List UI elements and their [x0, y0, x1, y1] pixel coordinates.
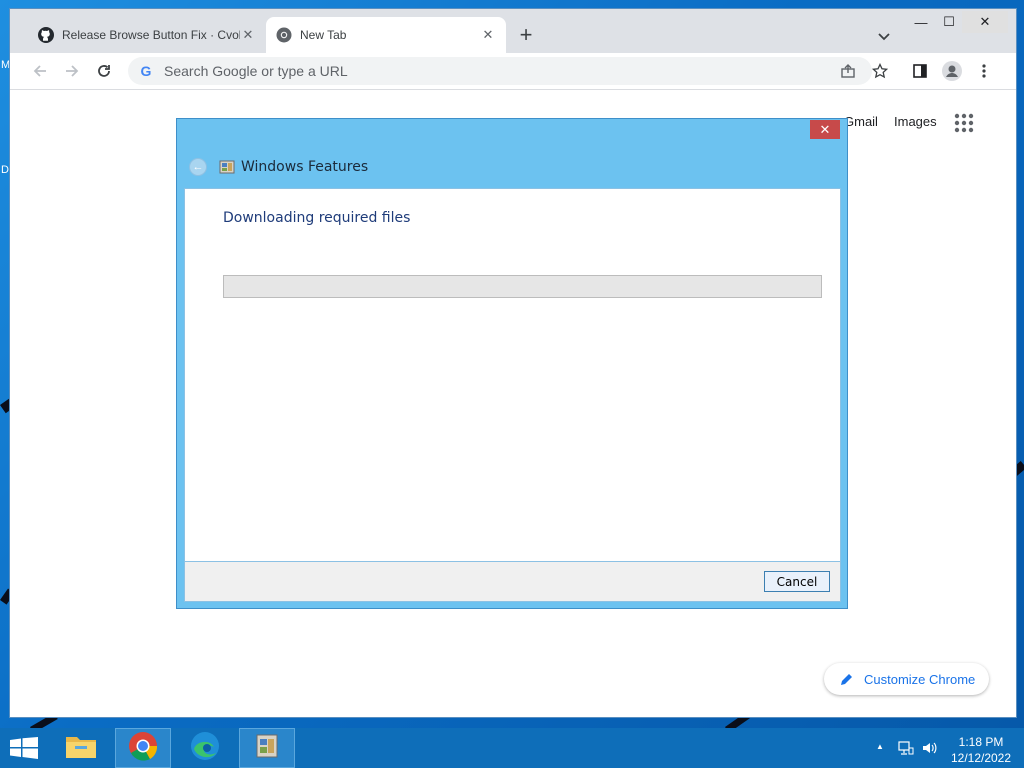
- bookmark-star-icon[interactable]: [868, 59, 892, 83]
- tray-overflow-arrow-icon[interactable]: ▲: [876, 742, 884, 751]
- taskbar-clock[interactable]: 1:18 PM 12/12/2022: [948, 734, 1014, 766]
- windows-features-dialog: ✕ ← Windows Features Downloading require…: [176, 118, 848, 609]
- taskbar-chrome[interactable]: [115, 728, 171, 768]
- forward-arrow-icon[interactable]: [60, 59, 84, 83]
- dialog-footer: Cancel: [184, 562, 841, 602]
- github-icon: [38, 27, 54, 43]
- edge-icon: [190, 731, 220, 766]
- images-link[interactable]: Images: [894, 114, 937, 129]
- taskbar-file-explorer[interactable]: [53, 728, 109, 768]
- reload-icon[interactable]: [92, 59, 116, 83]
- windows-start-icon[interactable]: [10, 737, 38, 759]
- dialog-body: Downloading required files: [184, 188, 841, 562]
- cancel-button[interactable]: Cancel: [764, 571, 830, 592]
- window-close-button[interactable]: ✕: [962, 11, 1008, 33]
- network-icon[interactable]: [898, 740, 914, 759]
- clock-time: 1:18 PM: [958, 735, 1004, 749]
- google-g-icon: G: [140, 63, 152, 79]
- tab-close-icon[interactable]: ✕: [480, 27, 496, 43]
- browser-toolbar: G: [10, 53, 1016, 90]
- desktop-icon-label[interactable]: M: [1, 59, 10, 71]
- taskbar: ▲ 1:18 PM 12/12/2022: [0, 728, 1024, 768]
- download-progress-bar: [223, 275, 822, 298]
- windows-features-icon: [219, 159, 235, 175]
- profile-avatar-icon[interactable]: [940, 59, 964, 83]
- minimize-button[interactable]: —: [906, 11, 936, 33]
- back-arrow-icon[interactable]: [28, 59, 52, 83]
- dialog-header: ← Windows Features: [189, 155, 368, 179]
- maximize-button[interactable]: ☐: [934, 11, 964, 33]
- taskbar-windows-features[interactable]: [239, 728, 295, 768]
- tab-title: New Tab: [300, 28, 347, 42]
- tab-github-release[interactable]: Release Browse Button Fix · Cvolt ✕: [28, 17, 266, 53]
- dialog-title: Windows Features: [241, 159, 369, 175]
- tab-search-chevron-icon[interactable]: [874, 27, 894, 47]
- share-icon[interactable]: [836, 59, 860, 83]
- customize-chrome-button[interactable]: Customize Chrome: [824, 663, 989, 695]
- tab-new-tab[interactable]: New Tab ✕: [266, 17, 506, 53]
- omnibox[interactable]: G: [128, 57, 872, 85]
- dialog-close-button[interactable]: ✕: [810, 120, 840, 139]
- taskbar-edge[interactable]: [177, 728, 233, 768]
- status-heading: Downloading required files: [223, 210, 411, 226]
- customize-chrome-label: Customize Chrome: [864, 671, 976, 687]
- side-panel-icon[interactable]: [908, 59, 932, 83]
- chrome-icon: [128, 731, 158, 766]
- google-apps-icon[interactable]: [953, 112, 975, 134]
- windows-features-icon: [254, 732, 280, 765]
- new-tab-button[interactable]: +: [515, 24, 537, 47]
- address-input[interactable]: [162, 62, 806, 80]
- clock-date: 12/12/2022: [950, 751, 1012, 765]
- tab-strip: Release Browse Button Fix · Cvolt ✕ New …: [10, 9, 1016, 53]
- tab-title: Release Browse Button Fix · Cvolt: [62, 28, 240, 42]
- volume-icon[interactable]: [921, 740, 937, 759]
- desktop-icon-label[interactable]: D: [1, 164, 9, 176]
- pencil-icon: [840, 672, 854, 686]
- gmail-link[interactable]: Gmail: [844, 114, 878, 129]
- folder-icon: [65, 733, 97, 764]
- back-arrow-icon[interactable]: ←: [189, 158, 207, 176]
- chrome-icon: [276, 27, 292, 43]
- menu-kebab-icon[interactable]: [972, 59, 996, 83]
- tab-close-icon[interactable]: ✕: [240, 27, 256, 43]
